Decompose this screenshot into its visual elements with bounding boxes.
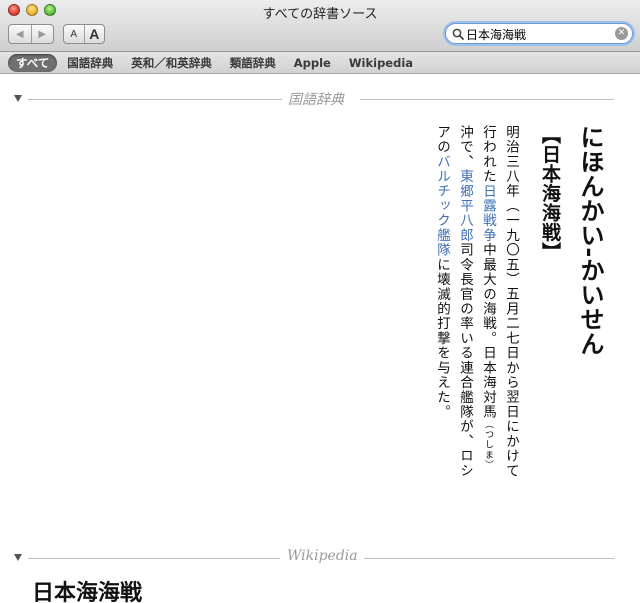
section-title-wikipedia: Wikipedia bbox=[287, 548, 358, 564]
link-baltic-fleet[interactable]: バルチック艦隊 bbox=[434, 154, 450, 257]
scope-tab-apple[interactable]: Apple bbox=[286, 55, 339, 71]
kokugo-entry: にほんかい-かいせん【日本海海戦】 明治三八年（一九〇五）五月二七日から翌日にか… bbox=[430, 125, 610, 485]
source-scope-bar: すべて 国語辞典 英和／和英辞典 類語辞典 Apple Wikipedia bbox=[0, 52, 640, 74]
scope-tab-all[interactable]: すべて bbox=[8, 53, 58, 72]
divider bbox=[28, 558, 280, 559]
search-input[interactable] bbox=[466, 26, 616, 42]
font-size-control: A A bbox=[63, 24, 105, 44]
back-button[interactable]: ◀ bbox=[9, 25, 31, 43]
definition-content: 国語辞典 にほんかい-かいせん【日本海海戦】 明治三八年（一九〇五）五月二七日か… bbox=[0, 75, 640, 603]
disclosure-triangle-icon[interactable] bbox=[14, 95, 22, 102]
scope-tab-eiwa-waei[interactable]: 英和／和英辞典 bbox=[123, 54, 220, 72]
window-title: すべての辞書ソース bbox=[262, 7, 378, 22]
back-arrow-icon: ◀ bbox=[15, 28, 24, 40]
decrease-font-button[interactable]: A bbox=[64, 25, 84, 43]
section-header-kokugo[interactable]: 国語辞典 bbox=[0, 89, 640, 109]
wikipedia-article-heading: 日本海海戦 bbox=[32, 580, 143, 603]
increase-font-button[interactable]: A bbox=[83, 25, 105, 43]
reading-annotation: （つしま） bbox=[483, 419, 493, 471]
scope-tab-ruigo[interactable]: 類語辞典 bbox=[222, 54, 284, 72]
divider bbox=[364, 558, 614, 559]
scope-tab-wikipedia[interactable]: Wikipedia bbox=[341, 55, 421, 71]
window-toolbar: すべての辞書ソース ◀ ▶ A A ✕ bbox=[0, 0, 640, 52]
clear-search-icon[interactable]: ✕ bbox=[615, 27, 628, 40]
entry-definition: 明治三八年（一九〇五）五月二七日から翌日にかけて行われた日露戦争中最大の海戦。日… bbox=[434, 125, 519, 479]
history-nav: ◀ ▶ bbox=[8, 24, 54, 44]
forward-arrow-icon: ▶ bbox=[38, 28, 47, 40]
scope-tab-kokugo[interactable]: 国語辞典 bbox=[59, 54, 121, 72]
section-header-wikipedia[interactable]: Wikipedia bbox=[0, 548, 640, 568]
search-icon bbox=[452, 28, 464, 40]
divider bbox=[360, 99, 614, 100]
entry-kanji-form: 【日本海海戦】 bbox=[539, 125, 561, 262]
link-nichiro-senso[interactable]: 日露戦争 bbox=[480, 184, 496, 243]
divider bbox=[28, 99, 282, 100]
entry-headword: にほんかい-かいせん【日本海海戦】 bbox=[539, 125, 605, 356]
disclosure-triangle-icon[interactable] bbox=[14, 554, 22, 561]
forward-button[interactable]: ▶ bbox=[30, 25, 54, 43]
search-field[interactable]: ✕ bbox=[445, 23, 633, 44]
link-togo-heihachiro[interactable]: 東郷平八郎 bbox=[457, 169, 473, 243]
section-title-kokugo: 国語辞典 bbox=[288, 92, 344, 108]
